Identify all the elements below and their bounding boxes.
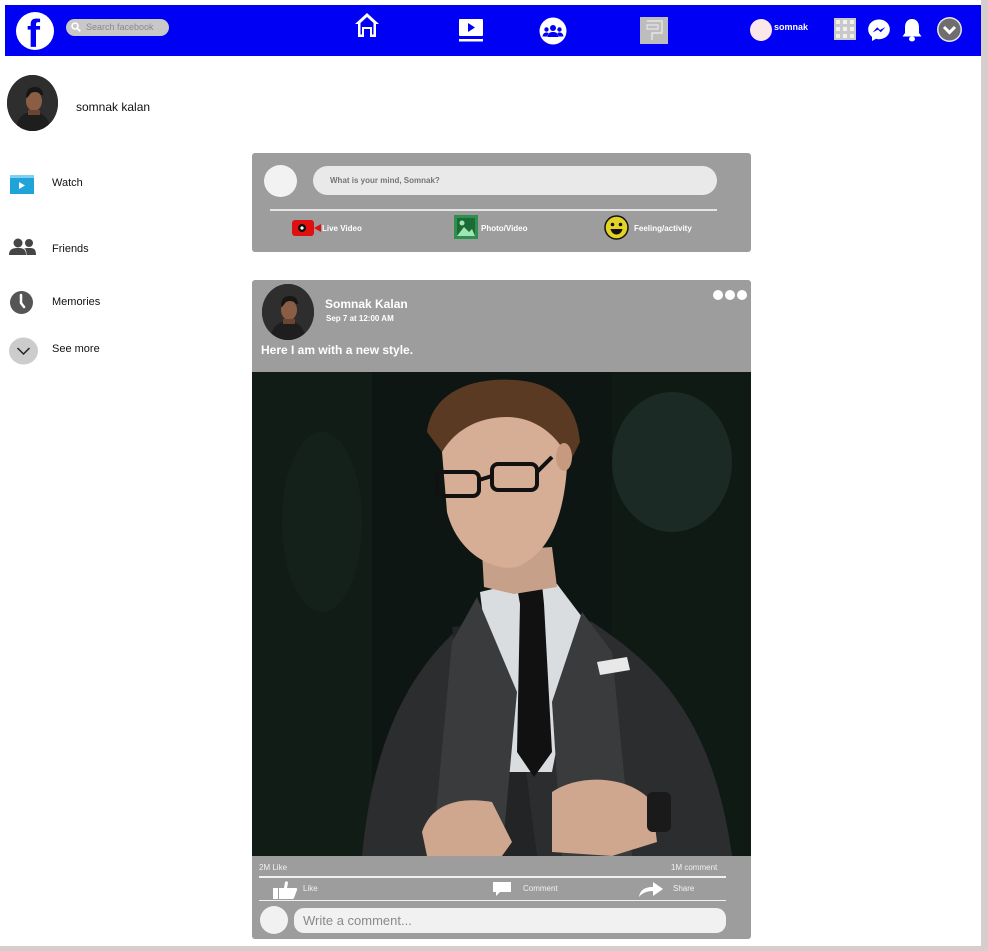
- live-video-label: Live Video: [322, 224, 362, 233]
- bell-icon[interactable]: [901, 17, 923, 43]
- comment-count[interactable]: 1M comment: [671, 863, 717, 872]
- comment-icon: [493, 882, 511, 896]
- post-composer: Live Video Photo/Video Feeling/activity: [252, 153, 751, 252]
- search-box[interactable]: Search facebook: [66, 19, 169, 36]
- comment-avatar: [260, 906, 288, 934]
- sidebar-item-label: Watch: [52, 177, 83, 189]
- live-video-icon: [292, 220, 321, 236]
- photo-icon: [454, 215, 478, 239]
- composer-input[interactable]: [313, 166, 717, 195]
- window-bottom-edge: [0, 946, 988, 951]
- logo-letter: f: [27, 13, 40, 50]
- thumbs-up-icon: [273, 881, 298, 899]
- stats-divider: [259, 876, 726, 878]
- chevron-down-icon: [9, 337, 38, 365]
- account-menu-button[interactable]: [937, 17, 962, 42]
- profile-avatar[interactable]: [7, 75, 58, 131]
- pages-glyph: [646, 20, 663, 40]
- photo-video-button[interactable]: Photo/Video: [452, 213, 562, 243]
- share-icon: [639, 882, 663, 897]
- share-button[interactable]: Share: [638, 880, 718, 900]
- comment-label: Comment: [523, 884, 558, 893]
- groups-icon[interactable]: [538, 17, 568, 45]
- sidebar-item-label: Memories: [52, 296, 101, 308]
- feeling-activity-button[interactable]: Feeling/activity: [604, 213, 714, 243]
- friends-icon: [9, 238, 36, 255]
- top-navbar: f Search facebook somnak: [5, 5, 981, 56]
- composer-avatar: [264, 165, 297, 197]
- window-right-edge: [981, 0, 988, 951]
- post-timestamp[interactable]: Sep 7 at 12:00 AM: [326, 314, 394, 323]
- home-icon[interactable]: [354, 11, 380, 39]
- actions-divider: [259, 900, 726, 901]
- sidebar-item-memories[interactable]: Memories: [9, 290, 169, 318]
- profile-photo: [7, 75, 58, 131]
- photo-video-label: Photo/Video: [481, 224, 528, 233]
- like-button[interactable]: Like: [272, 880, 352, 900]
- comment-input[interactable]: [294, 908, 726, 933]
- sidebar-item-see-more[interactable]: See more: [9, 337, 169, 365]
- smiley-icon: [604, 215, 629, 240]
- watch-icon[interactable]: [458, 17, 484, 43]
- share-label: Share: [673, 884, 695, 893]
- post-caption: Here I am with a new style.: [261, 343, 414, 357]
- more-options-icon[interactable]: [713, 289, 747, 301]
- sidebar-item-label: See more: [52, 343, 100, 355]
- post-photo[interactable]: [252, 372, 751, 856]
- author-photo: [262, 284, 314, 340]
- watch-icon: [10, 175, 34, 194]
- post-author-name[interactable]: Somnak Kalan: [325, 297, 408, 311]
- sidebar-item-watch[interactable]: Watch: [9, 171, 169, 199]
- comment-button[interactable]: Comment: [492, 880, 572, 900]
- post-card: Somnak Kalan Sep 7 at 12:00 AM Here I am…: [252, 280, 751, 939]
- user-avatar[interactable]: [750, 19, 772, 41]
- feeling-activity-label: Feeling/activity: [634, 224, 692, 233]
- messenger-icon[interactable]: [867, 18, 891, 42]
- post-author-avatar[interactable]: [262, 284, 314, 340]
- portrait-image: [252, 372, 751, 856]
- sidebar-item-friends[interactable]: Friends: [9, 237, 169, 265]
- profile-name[interactable]: somnak kalan: [76, 100, 150, 114]
- like-count[interactable]: 2M Like: [259, 863, 287, 872]
- composer-divider: [270, 209, 717, 211]
- clock-icon: [10, 291, 33, 314]
- chevron-down-icon: [938, 18, 961, 41]
- user-name[interactable]: somnak: [774, 22, 808, 32]
- like-label: Like: [303, 884, 318, 893]
- sidebar-item-label: Friends: [52, 243, 89, 255]
- live-video-button[interactable]: Live Video: [291, 213, 401, 243]
- facebook-logo[interactable]: f: [16, 12, 54, 50]
- apps-grid-icon[interactable]: [834, 18, 856, 40]
- pages-icon[interactable]: [640, 17, 668, 44]
- search-icon: [71, 22, 81, 32]
- search-placeholder: Search facebook: [86, 22, 154, 32]
